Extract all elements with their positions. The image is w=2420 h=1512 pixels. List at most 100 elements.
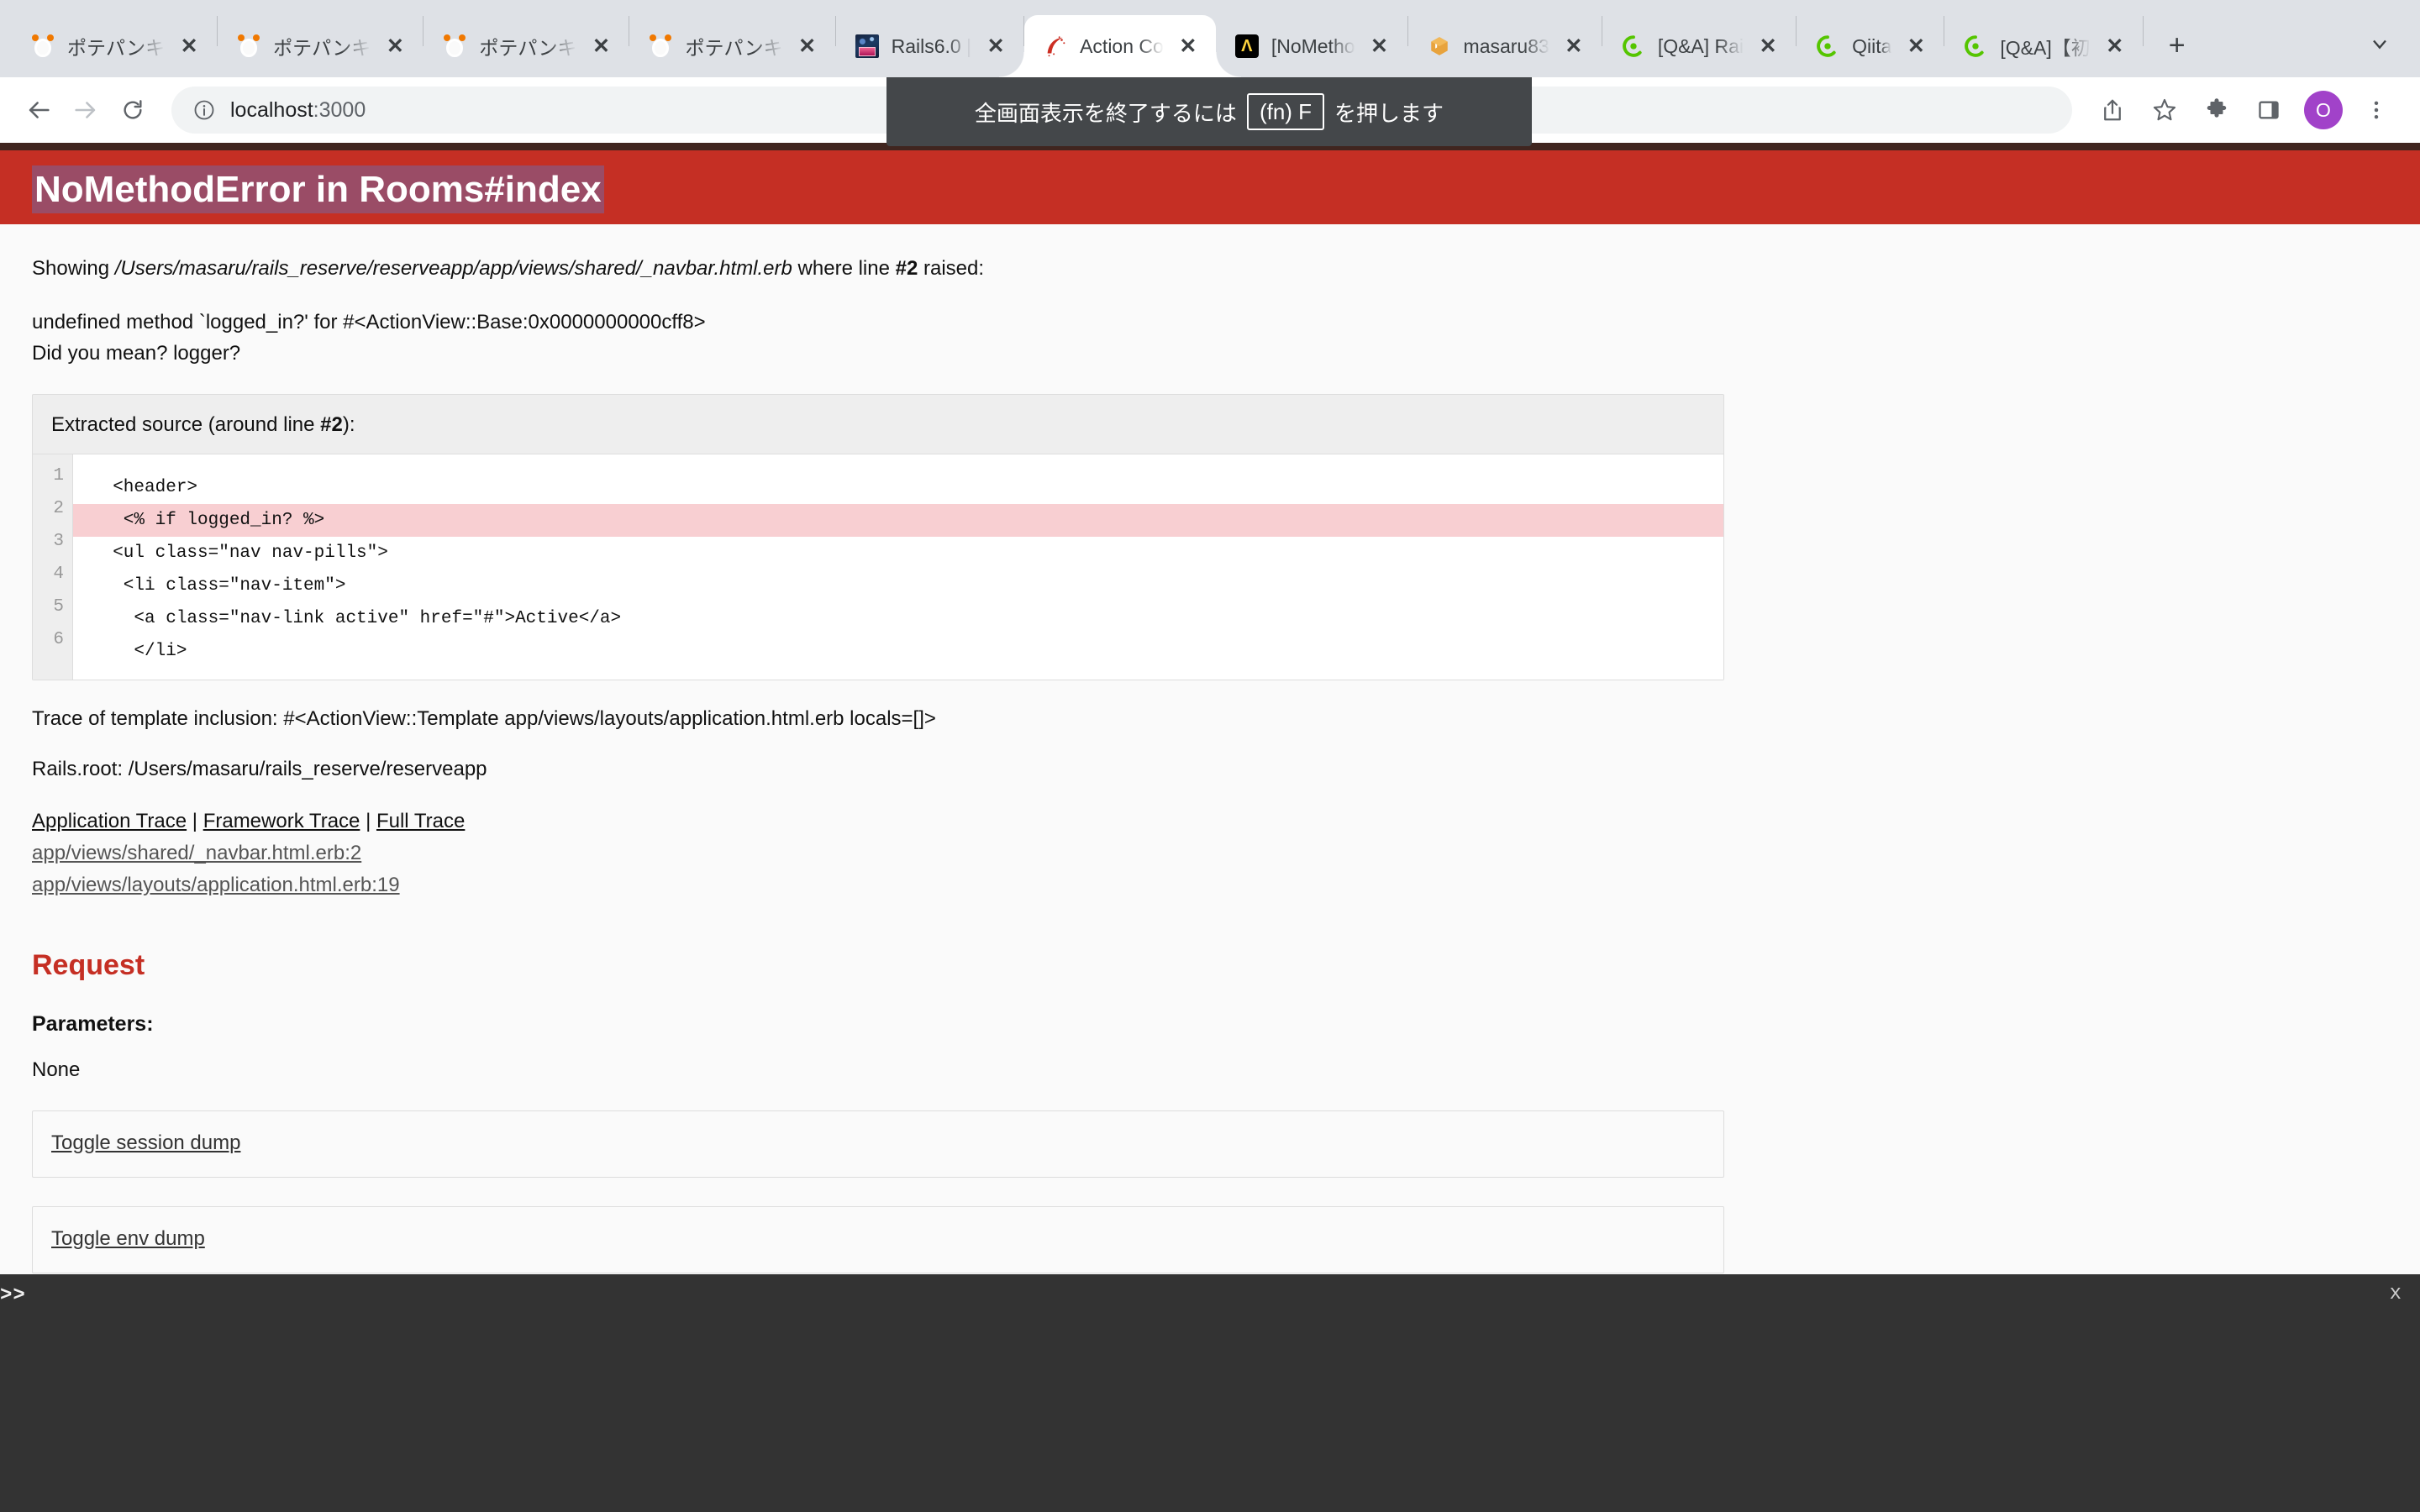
chevron-down-icon[interactable] [2360, 24, 2400, 64]
dark-square-icon: Λ [1234, 34, 1260, 59]
console-close-icon[interactable]: x [2390, 1283, 2402, 1305]
tab-title: ポテパンキ [273, 37, 371, 59]
tab-title: Action Co [1080, 34, 1164, 57]
code-line: </li> [92, 641, 187, 661]
tab-title: ポテパンキ [685, 37, 783, 59]
back-icon[interactable] [15, 87, 62, 134]
page-title: NoMethodError in Rooms#index [32, 165, 604, 213]
share-icon[interactable] [2089, 87, 2136, 134]
toggle-env-dump-link[interactable]: Toggle env dump [51, 1227, 205, 1250]
trace-file-line: app/views/layouts/application.html.erb:1… [32, 873, 400, 896]
potepan-icon [442, 34, 467, 59]
line-number: 5 [53, 596, 64, 617]
web-console[interactable]: >> x [0, 1274, 2420, 1512]
showing-suffix: raised: [918, 257, 985, 280]
showing-prefix: Showing [32, 257, 115, 280]
close-icon[interactable]: ✕ [1902, 32, 1930, 60]
side-panel-icon[interactable] [2245, 87, 2292, 134]
bookmark-star-icon[interactable] [2141, 87, 2188, 134]
browser-tab-5[interactable]: Rails6.0 | ✕ [836, 15, 1023, 77]
close-icon[interactable]: ✕ [1560, 32, 1588, 60]
exception-message: undefined method `logged_in?' for #<Acti… [32, 310, 706, 333]
browser-tab-1[interactable]: ポテパンキ ✕ [12, 15, 217, 77]
url-host: localhost [230, 97, 313, 122]
tab-strip: ポテパンキ ✕ ポテパンキ ✕ ポテパンキ ✕ ポテパンキ ✕ Rails6.0… [0, 0, 2420, 77]
extracted-source-heading: Extracted source (around line #2): [33, 395, 1723, 454]
full-trace-link[interactable]: Full Trace [376, 810, 465, 832]
tab-title: masaru83 [1463, 34, 1549, 57]
browser-tab-11[interactable]: [Q&A]【初 ✕ [1944, 15, 2142, 77]
extensions-puzzle-icon[interactable] [2193, 87, 2240, 134]
extracted-source-heading-suffix: ): [342, 412, 355, 436]
parameters-label-text: Parameters [32, 1011, 147, 1036]
code-line: <ul class="nav nav-pills"> [92, 543, 388, 563]
code-lines: <header> <% if logged_in? %> <ul class="… [73, 466, 1723, 668]
showing-middle: where line [792, 257, 896, 280]
browser-tab-7[interactable]: Λ [NoMetho ✕ [1216, 15, 1407, 77]
toggle-session-dump-link[interactable]: Toggle session dump [51, 1131, 240, 1154]
new-tab-button[interactable]: + [2155, 24, 2199, 67]
line-number-gutter: 1 2 3 4 5 6 [33, 454, 73, 680]
tab-title: ポテパンキ [67, 37, 166, 59]
extracted-source-box: Extracted source (around line #2): 1 2 3… [32, 393, 1724, 680]
url-text: localhost:3000 [230, 98, 366, 123]
trace-separator: | [366, 809, 371, 832]
tab-title: ポテパンキ [479, 37, 577, 59]
close-icon[interactable]: ✕ [2101, 32, 2129, 60]
browser-tab-3[interactable]: ポテパンキ ✕ [424, 15, 629, 77]
line-number: 2 [53, 498, 64, 518]
console-prompt: >> [0, 1284, 26, 1307]
trace-file-line: app/views/shared/_navbar.html.erb:2 [32, 841, 362, 864]
framework-trace-link[interactable]: Framework Trace [203, 810, 360, 832]
forward-icon[interactable] [62, 87, 109, 134]
parameters-label: Parameters: [32, 1012, 2388, 1037]
env-dump-box: Toggle env dump [32, 1205, 1724, 1273]
line-number: 3 [53, 531, 64, 551]
code-line: <header> [92, 477, 198, 497]
rails-logo-icon [1043, 34, 1068, 59]
browser-menu-icon[interactable] [2353, 87, 2400, 134]
error-header: NoMethodError in Rooms#index [0, 143, 2420, 224]
profile-avatar[interactable]: O [2304, 91, 2343, 129]
showing-path: /Users/masaru/rails_reserve/reserveapp/a… [114, 257, 792, 280]
fullscreen-toast-suffix: を押します [1334, 100, 1444, 126]
fullscreen-toast-prefix: 全画面表示を終了するには [974, 100, 1237, 126]
close-icon[interactable]: ✕ [1174, 32, 1202, 60]
close-icon[interactable]: ✕ [793, 32, 822, 60]
parameters-value: None [32, 1058, 81, 1081]
browser-tab-2[interactable]: ポテパンキ ✕ [218, 15, 423, 77]
rails-photo-icon [855, 34, 880, 59]
tab-title: [Q&A] Rai [1657, 34, 1744, 57]
code-line: <a class="nav-link active" href="#">Acti… [92, 608, 622, 628]
browser-tab-4[interactable]: ポテパンキ ✕ [629, 15, 834, 77]
browser-tab-9[interactable]: [Q&A] Rai ✕ [1602, 15, 1796, 77]
tab-divider [2142, 16, 2144, 46]
potepan-icon [30, 34, 55, 59]
tab-title: [NoMetho [1270, 34, 1355, 57]
close-icon[interactable]: ✕ [175, 32, 203, 60]
close-icon[interactable]: ✕ [587, 32, 615, 60]
extracted-source-heading-prefix: Extracted source (around line [51, 412, 321, 436]
rails-error-page: NoMethodError in Rooms#index Showing /Us… [0, 143, 2420, 1274]
qiita-icon [1621, 34, 1646, 59]
close-icon[interactable]: ✕ [381, 32, 409, 60]
browser-tab-8[interactable]: masaru83 ✕ [1408, 15, 1602, 77]
extracted-source-heading-line: #2 [320, 412, 343, 436]
close-icon[interactable]: ✕ [1754, 32, 1782, 60]
line-number: 4 [53, 564, 64, 584]
site-info-icon[interactable] [190, 96, 218, 124]
application-trace-link[interactable]: Application Trace [32, 810, 187, 832]
reload-icon[interactable] [109, 87, 156, 134]
close-icon[interactable]: ✕ [1365, 32, 1394, 60]
qiita-icon [1963, 34, 1988, 59]
orange-box-icon [1427, 34, 1452, 59]
qiita-icon [1815, 34, 1840, 59]
browser-tab-10[interactable]: Qiita ✕ [1797, 15, 1944, 77]
fullscreen-exit-toast: 全画面表示を終了するには (fn) F を押します [886, 77, 1532, 146]
url-port: :3000 [313, 97, 366, 122]
browser-tab-active-action-controller[interactable]: Action Co ✕ [999, 15, 1241, 77]
exception-block: undefined method `logged_in?' for #<Acti… [32, 307, 2388, 369]
trace-of-template-inclusion: Trace of template inclusion: #<ActionVie… [32, 706, 936, 730]
trace-tabs: Application Trace | Framework Trace | Fu… [32, 810, 2388, 833]
showing-line-number: #2 [895, 257, 918, 280]
